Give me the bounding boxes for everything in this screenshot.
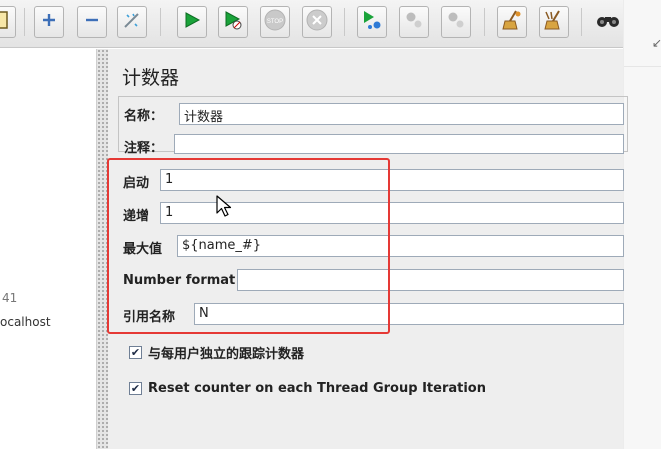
reference-name-label: 引用名称 [123,310,176,325]
toolbar-separator [24,8,25,36]
play-no-timer-icon [223,10,243,34]
page-title: 计数器 [122,67,180,89]
search-button[interactable] [593,6,623,38]
toolbar: STOP [0,0,623,48]
toolbar-separator [344,8,345,36]
binoculars-icon [596,11,620,33]
remote-stop-icon [403,9,425,35]
remote-shutdown-button[interactable] [441,6,471,38]
counter-config-panel: 计数器 名称： 计数器 注释： 启动 1 递增 1 最大值 ${name_#} … [108,49,628,449]
reset-counter-label: Reset counter on each Thread Group Itera… [148,381,486,396]
remote-shutdown-icon [445,9,467,35]
per-user-checkbox-row[interactable]: ✔ 与每用户独立的跟踪计数器 [129,343,304,362]
arrow-down-left-icon[interactable]: ↙ [652,36,661,50]
start-label: 启动 [123,176,150,191]
remote-stop-button[interactable] [399,6,429,38]
per-user-label: 与每用户独立的跟踪计数器 [148,347,305,362]
play-icon [183,11,201,33]
comment-field[interactable] [174,134,624,154]
remote-start-button[interactable] [357,6,387,38]
collapse-all-button[interactable] [77,6,107,38]
expand-all-button[interactable] [34,6,64,38]
start-field[interactable]: 1 [160,169,624,191]
stop-button[interactable]: STOP [260,6,290,38]
split-pane-divider[interactable] [96,49,108,449]
reset-counter-checkbox-row[interactable]: ✔ Reset counter on each Thread Group Ite… [129,381,486,396]
broom-all-icon [543,9,565,35]
start-button[interactable] [177,6,207,38]
toolbar-separator [484,8,485,36]
remote-play-icon [361,9,383,35]
reference-name-field[interactable]: N [194,303,624,325]
increment-label: 递增 [123,209,150,224]
start-no-pauses-button[interactable] [218,6,248,38]
name-label: 名称： [124,109,164,124]
tree-item-host[interactable]: ocalhost [0,315,51,329]
toolbar-separator [581,8,582,36]
svg-text:STOP: STOP [267,19,283,25]
maximum-label: 最大值 [123,242,163,257]
broom-icon [501,9,523,35]
mouse-cursor-icon [216,195,232,217]
reset-counter-checkbox[interactable]: ✔ [129,382,142,395]
tree-item-number[interactable]: 41 [2,291,17,305]
clear-all-button[interactable] [539,6,569,38]
number-format-label: Number format [123,273,236,288]
right-strip: ↙ [623,0,661,449]
number-format-field[interactable] [237,269,624,291]
stop-icon: STOP [264,9,286,35]
toolbar-separator [160,8,161,36]
maximum-field[interactable]: ${name_#} [177,235,624,257]
clear-button[interactable] [497,6,527,38]
shutdown-icon [306,9,328,35]
per-user-checkbox[interactable]: ✔ [129,346,142,359]
test-plan-tree[interactable]: 41 ocalhost [0,49,96,449]
shutdown-button[interactable] [302,6,332,38]
document-icon [0,10,10,34]
toggle-button[interactable] [117,6,147,38]
plus-icon [41,12,57,32]
wand-icon [122,10,142,34]
comment-label: 注释： [124,141,164,156]
name-field[interactable]: 计数器 [179,103,624,125]
minus-icon [84,12,100,32]
templates-button[interactable] [0,6,16,38]
strip-divider [624,66,661,67]
